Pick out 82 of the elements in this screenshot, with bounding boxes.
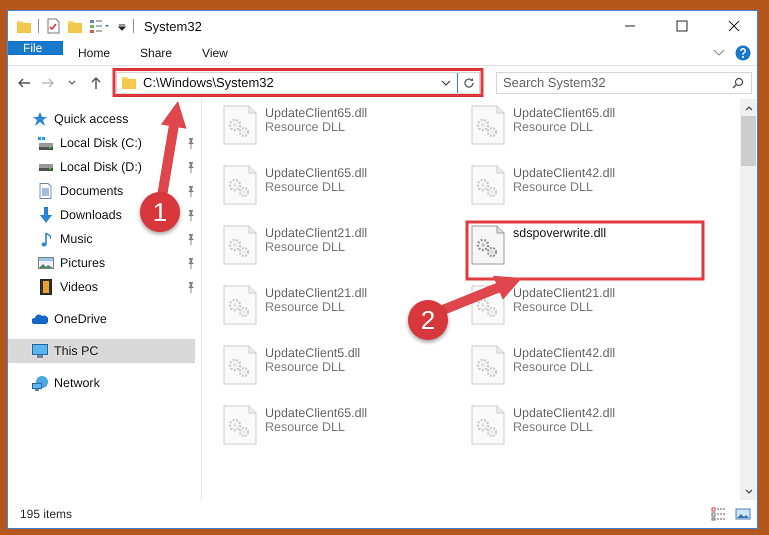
pin-icon[interactable] — [187, 282, 195, 292]
file-type: Resource DLL — [513, 420, 594, 434]
help-icon[interactable] — [735, 45, 751, 61]
nav-item[interactable]: OneDrive — [8, 307, 113, 331]
file-name[interactable]: UpdateClient65.dll — [265, 406, 368, 420]
dll-file-icon[interactable] — [471, 225, 505, 265]
pin-icon[interactable] — [187, 234, 195, 244]
chevron-up-icon[interactable] — [744, 104, 752, 110]
search-icon[interactable] — [732, 76, 744, 88]
file-name[interactable]: UpdateClient42.dll — [513, 406, 616, 420]
scrollbar-thumb[interactable] — [741, 116, 756, 166]
search-field[interactable]: Search System32 — [496, 72, 752, 94]
nav-item[interactable]: Local Disk (D:) — [8, 155, 148, 179]
file-type: Resource DLL — [265, 120, 346, 134]
file-name[interactable]: UpdateClient21.dll — [265, 226, 368, 240]
back-arrow-icon — [17, 76, 31, 88]
maximize-icon — [676, 20, 688, 32]
computer-icon — [32, 344, 48, 358]
pin-icon[interactable] — [187, 162, 195, 172]
large-icons-view-icon[interactable] — [735, 507, 751, 521]
document-icon — [39, 183, 53, 199]
film-icon — [40, 279, 52, 295]
nav-item[interactable]: Music — [8, 227, 99, 251]
file-type: Resource DLL — [265, 180, 346, 194]
refresh-icon — [462, 76, 474, 88]
ribbon-tab[interactable]: Share — [125, 41, 188, 65]
nav-item[interactable]: Documents — [8, 179, 130, 203]
file-name[interactable]: sdspoverwrite.dll — [513, 226, 606, 240]
nav-item[interactable]: Videos — [8, 275, 104, 299]
address-bar[interactable]: C:\Windows\System32 — [116, 72, 480, 94]
file-name[interactable]: UpdateClient65.dll — [265, 166, 368, 180]
file-name[interactable]: UpdateClient42.dll — [513, 346, 616, 360]
file-name[interactable]: UpdateClient21.dll — [513, 286, 616, 300]
file-type: Resource DLL — [265, 360, 346, 374]
nav-item[interactable]: This PC — [8, 339, 195, 363]
view-options-icon[interactable] — [89, 18, 111, 34]
forward-arrow-icon — [41, 76, 55, 88]
pin-icon[interactable] — [187, 138, 195, 148]
file-name[interactable]: UpdateClient65.dll — [265, 106, 368, 120]
drive-icon — [38, 136, 54, 150]
download-arrow-icon — [39, 207, 53, 223]
nav-item[interactable]: Quick access — [8, 107, 134, 131]
nav-item[interactable]: Local Disk (C:) — [8, 131, 148, 155]
close-icon — [728, 20, 740, 32]
chevron-down-icon[interactable] — [441, 80, 451, 86]
properties-icon[interactable] — [45, 18, 61, 34]
file-type: Resource DLL — [265, 300, 346, 314]
file-type: Resource DLL — [513, 120, 594, 134]
file-type: Resource DLL — [265, 240, 346, 254]
chevron-down-icon[interactable] — [744, 488, 752, 494]
ribbon-tab[interactable]: Home — [63, 41, 126, 65]
ribbon-tab[interactable]: View — [187, 41, 243, 65]
file-type: Resource DLL — [513, 360, 594, 374]
file-name[interactable]: UpdateClient65.dll — [513, 106, 616, 120]
music-note-icon — [41, 232, 51, 246]
chevron-down-icon — [68, 80, 76, 86]
folder-icon — [121, 76, 137, 90]
ribbon-tab[interactable]: File — [8, 41, 63, 55]
cloud-icon — [32, 314, 48, 324]
file-name[interactable]: UpdateClient42.dll — [513, 166, 616, 180]
pin-icon[interactable] — [187, 186, 195, 196]
up-arrow-icon — [90, 76, 102, 90]
pin-icon[interactable] — [187, 258, 195, 268]
expand-ribbon-icon[interactable] — [713, 49, 725, 57]
file-name[interactable]: UpdateClient21.dll — [265, 286, 368, 300]
star-icon — [32, 112, 48, 126]
pin-icon[interactable] — [187, 210, 195, 220]
nav-item[interactable]: Pictures — [8, 251, 112, 275]
address-path: C:\Windows\System32 — [143, 75, 275, 90]
picture-icon — [38, 257, 54, 269]
scrollbar[interactable] — [740, 99, 757, 500]
file-type: Resource DLL — [513, 180, 594, 194]
file-type: Resource DLL — [265, 420, 346, 434]
nav-item[interactable]: Downloads — [8, 203, 128, 227]
item-count: 195 items — [20, 507, 74, 521]
drive-icon — [38, 164, 54, 170]
file-type: Resource DLL — [513, 300, 594, 314]
details-view-icon[interactable] — [711, 507, 727, 521]
network-icon — [32, 376, 48, 390]
file-name[interactable]: UpdateClient5.dll — [265, 346, 360, 360]
window-title: System32 — [144, 18, 203, 34]
nav-item[interactable]: Network — [8, 371, 106, 395]
